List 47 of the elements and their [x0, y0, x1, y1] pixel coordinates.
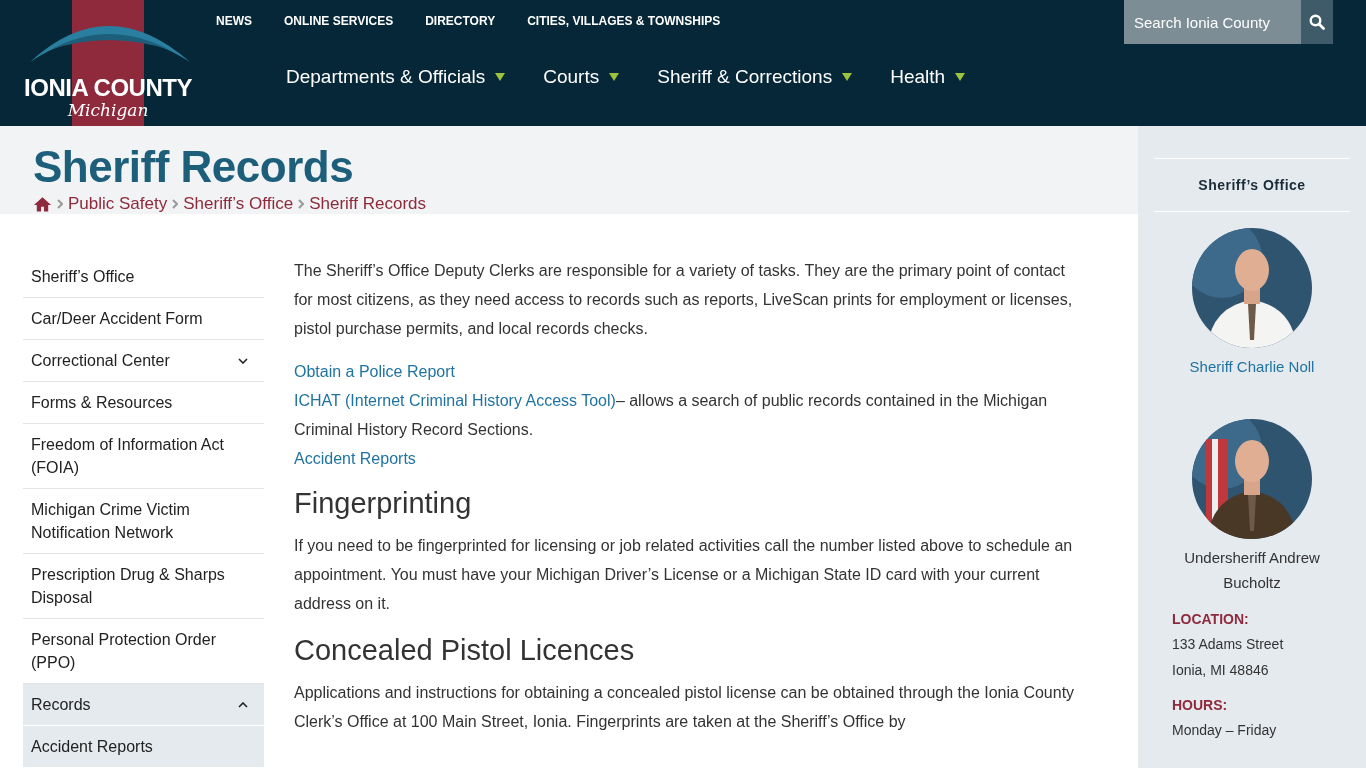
breadcrumb-link[interactable]: Sheriff’s Office [183, 194, 294, 214]
sidebar-item[interactable]: Car/Deer Accident Form [23, 298, 264, 340]
sidebar-item[interactable]: Correctional Center [23, 340, 264, 382]
staff-name: Undersheriff Andrew Bucholtz [1183, 548, 1321, 593]
section-heading: Concealed Pistol Licences [294, 633, 636, 668]
caret-icon [238, 357, 248, 364]
utility-link[interactable]: DIRECTORY [425, 14, 496, 28]
content-link[interactable]: ICHAT (Internet Criminal History Access Tool) [294, 392, 616, 409]
search-icon [1309, 14, 1325, 30]
nav-menu-item[interactable]: Health [890, 66, 966, 88]
info-label: LOCATION: [1172, 610, 1250, 629]
info-label: HOURS: [1172, 696, 1229, 715]
nav-menu-item[interactable]: Sheriff & Corrections [657, 66, 853, 88]
link-description: ICHAT (Internet Criminal History Access Tool)– allows a search of public records contained in the Michigan Criminal History Record Sections. [294, 391, 1049, 440]
sidebar-item[interactable]: Prescription Drug & Sharps Disposal [23, 554, 264, 619]
sidebar-item[interactable]: Sheriff’s Office [23, 256, 264, 298]
breadcrumb-link[interactable]: Public Safety [68, 194, 168, 214]
info-text: Monday – Friday [1172, 721, 1278, 740]
chevron-right-icon [172, 199, 179, 209]
home-icon[interactable] [33, 196, 52, 212]
sidebar-item[interactable]: Michigan Crime Victim Notification Network [23, 489, 264, 554]
body-paragraph: Applications and instructions for obtaining a concealed pistol license can be obtained through the Ionia County Clerk’s Office at 100 Main Street, Ionia. Fingerprints are taken at the Sheriff’s Office by [294, 683, 1076, 732]
chevron-right-icon [298, 199, 305, 209]
nav-menu-item[interactable]: Courts [543, 66, 620, 88]
caret-icon [238, 701, 248, 708]
search-button[interactable] [1301, 0, 1333, 44]
info-text: Ionia, MI 48846 [1172, 661, 1270, 680]
staff-name-link[interactable]: Sheriff Charlie Noll [1189, 354, 1315, 379]
sidebar-item[interactable]: Freedom of Information Act (FOIA) [23, 424, 264, 489]
content-link[interactable]: Obtain a Police Report [294, 363, 455, 380]
section-heading: Fingerprinting [294, 486, 473, 521]
utility-link[interactable]: CITIES, VILLAGES & TOWNSHIPS [527, 14, 721, 28]
chevron-right-icon [57, 199, 63, 209]
body-paragraph: The Sheriff’s Office Deputy Clerks are responsible for a variety of tasks. They are the primary point of contact for most citizens, as they need access to records such as reports, LiveScan prints for employment or licenses, pistol purchase permits, and local records checks. [294, 261, 1074, 339]
search-field[interactable]: Search Ionia County [1124, 0, 1301, 44]
info-text: 133 Adams Street [1172, 635, 1285, 654]
nav-menu-item[interactable]: Departments & Officials [286, 66, 506, 88]
page-title: Sheriff Records [33, 141, 355, 192]
content-link[interactable]: Accident Reports [294, 450, 416, 467]
breadcrumb-link[interactable]: Sheriff Records [309, 194, 426, 214]
body-paragraph: If you need to be fingerprinted for licensing or job related activities call the number listed above to schedule an appointment. You must have your Michigan Driver’s License or a Michigan State ID card with your current address on it. [294, 536, 1074, 614]
sidebar-item[interactable]: Forms & Resources [23, 382, 264, 424]
sidebar-subitem[interactable]: Accident Reports [23, 726, 264, 768]
sidebar-title: Sheriff’s Office [1154, 158, 1350, 212]
utility-link[interactable]: ONLINE SERVICES [284, 14, 394, 28]
sidebar-item[interactable]: Records [23, 684, 264, 726]
utility-link[interactable]: NEWS [216, 14, 252, 28]
